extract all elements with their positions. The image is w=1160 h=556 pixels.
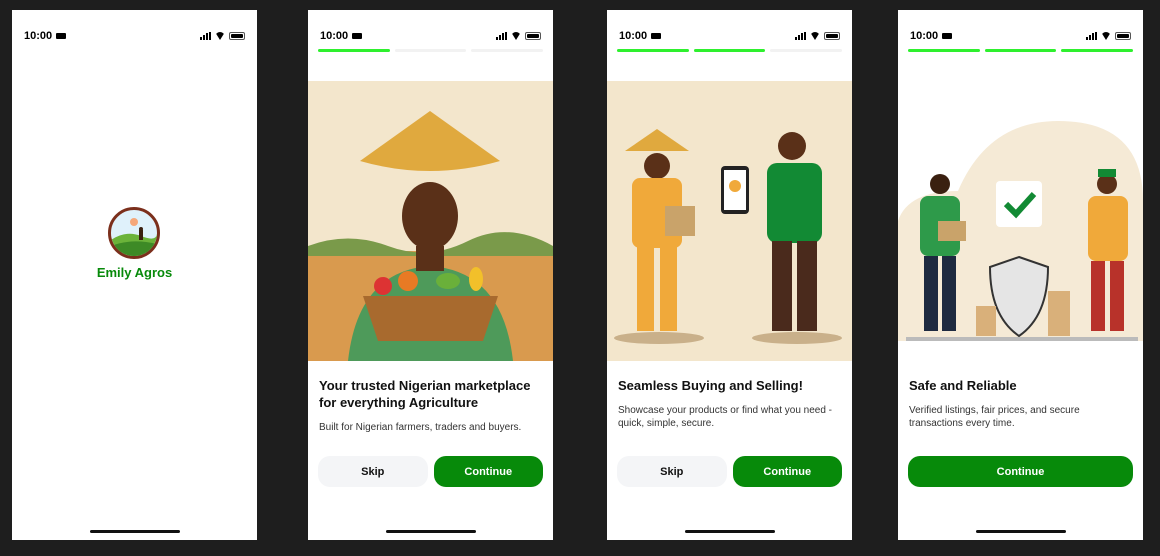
progress-indicator xyxy=(318,49,544,52)
sleep-icon xyxy=(942,33,953,39)
signal-icon xyxy=(496,32,507,40)
onboarding-subtitle: Showcase your products or find what you … xyxy=(618,405,833,429)
time: 10:00 xyxy=(24,30,53,42)
progress-segment xyxy=(693,49,766,52)
wifi-icon xyxy=(215,32,225,40)
skip-button[interactable]: Skip xyxy=(617,456,727,487)
progress-segment xyxy=(984,49,1057,52)
trade-illustration xyxy=(607,81,852,361)
onboarding-2: 10:00 Seamless Buying and Selling! Showc… xyxy=(607,10,852,540)
sleep-icon xyxy=(352,33,363,39)
time: 10:00 xyxy=(320,30,349,42)
onboarding-1: 10:00 Your trusted Nigerian marketplace … xyxy=(308,10,553,540)
wifi-icon xyxy=(511,32,521,40)
progress-indicator xyxy=(617,49,843,52)
time: 10:00 xyxy=(910,30,939,42)
time: 10:00 xyxy=(619,30,648,42)
progress-segment xyxy=(617,49,689,52)
continue-button[interactable]: Continue xyxy=(908,456,1133,487)
security-illustration xyxy=(898,121,1143,341)
sleep-icon xyxy=(651,33,662,39)
home-indicator xyxy=(89,530,180,533)
progress-segment xyxy=(471,49,544,52)
onboarding-title: Seamless Buying and Selling! xyxy=(618,378,803,393)
farmer-illustration xyxy=(308,81,553,361)
onboarding-subtitle: Verified listings, fair prices, and secu… xyxy=(909,405,1080,429)
skip-button[interactable]: Skip xyxy=(318,456,428,487)
continue-button[interactable]: Continue xyxy=(732,456,842,487)
battery-icon xyxy=(525,32,541,40)
status-bar: 10:00 xyxy=(619,28,840,44)
signal-icon xyxy=(1086,32,1097,40)
battery-icon xyxy=(824,32,840,40)
splash-screen: 10:00 Emily Agros xyxy=(12,10,257,540)
signal-icon xyxy=(200,32,211,40)
sleep-icon xyxy=(56,33,67,39)
progress-segment xyxy=(318,49,390,52)
battery-icon xyxy=(1115,32,1131,40)
progress-indicator xyxy=(908,49,1134,52)
status-bar: 10:00 xyxy=(24,28,245,44)
wifi-icon xyxy=(810,32,820,40)
home-indicator xyxy=(975,530,1066,533)
home-indicator xyxy=(385,530,476,533)
home-indicator xyxy=(684,530,775,533)
logo xyxy=(108,207,160,259)
onboarding-3: 10:00 Safe and Reliable Verified listing… xyxy=(898,10,1143,540)
progress-segment xyxy=(908,49,980,52)
signal-icon xyxy=(795,32,806,40)
onboarding-subtitle: Built for Nigerian farmers, traders and … xyxy=(319,422,522,433)
onboarding-title: Safe and Reliable xyxy=(909,378,1017,393)
onboarding-title: Your trusted Nigerian marketplace for ev… xyxy=(319,378,531,410)
progress-segment xyxy=(770,49,843,52)
brand-name: Emily Agros xyxy=(96,265,173,280)
continue-button[interactable]: Continue xyxy=(433,456,543,487)
progress-segment xyxy=(1061,49,1134,52)
wifi-icon xyxy=(1101,32,1111,40)
status-bar: 10:00 xyxy=(910,28,1131,44)
status-bar: 10:00 xyxy=(320,28,541,44)
progress-segment xyxy=(394,49,467,52)
battery-icon xyxy=(229,32,245,40)
